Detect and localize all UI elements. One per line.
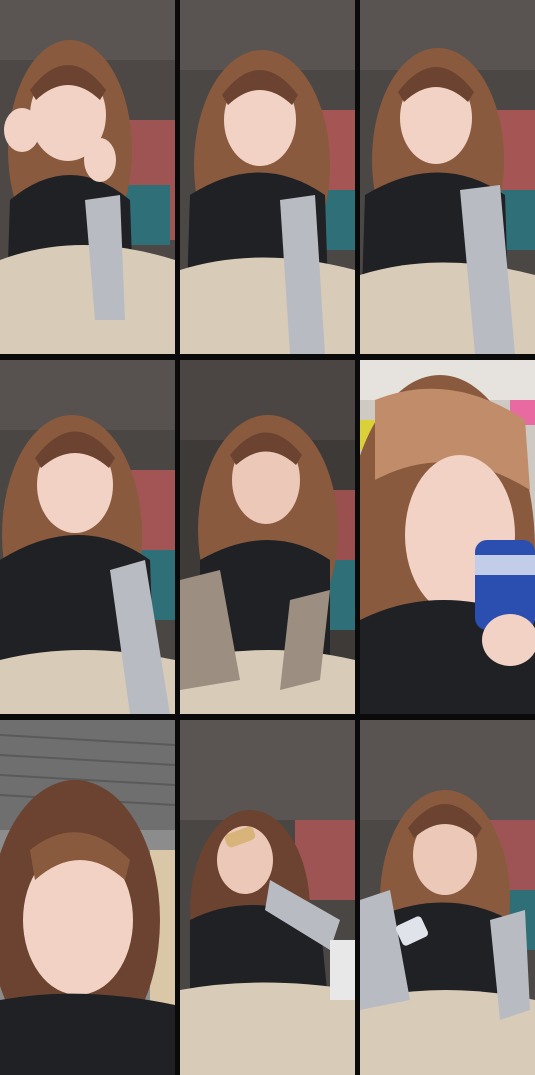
frame-8-illustration xyxy=(180,720,355,1075)
photo-frame-4 xyxy=(0,360,175,714)
frame-4-illustration xyxy=(0,360,175,714)
photo-frame-7 xyxy=(0,720,175,1075)
frame-7-illustration xyxy=(0,720,175,1075)
photo-frame-6 xyxy=(360,360,535,714)
photo-frame-9 xyxy=(360,720,535,1075)
frame-2-illustration xyxy=(180,0,355,354)
photo-frame-5 xyxy=(180,360,355,714)
photo-collage-grid xyxy=(0,0,535,1075)
frame-5-illustration xyxy=(180,360,355,714)
photo-frame-2 xyxy=(180,0,355,354)
frame-6-illustration xyxy=(360,360,535,714)
photo-frame-8 xyxy=(180,720,355,1075)
frame-9-illustration xyxy=(360,720,535,1075)
photo-frame-1 xyxy=(0,0,175,354)
photo-frame-3 xyxy=(360,0,535,354)
frame-1-illustration xyxy=(0,0,175,354)
frame-3-illustration xyxy=(360,0,535,354)
